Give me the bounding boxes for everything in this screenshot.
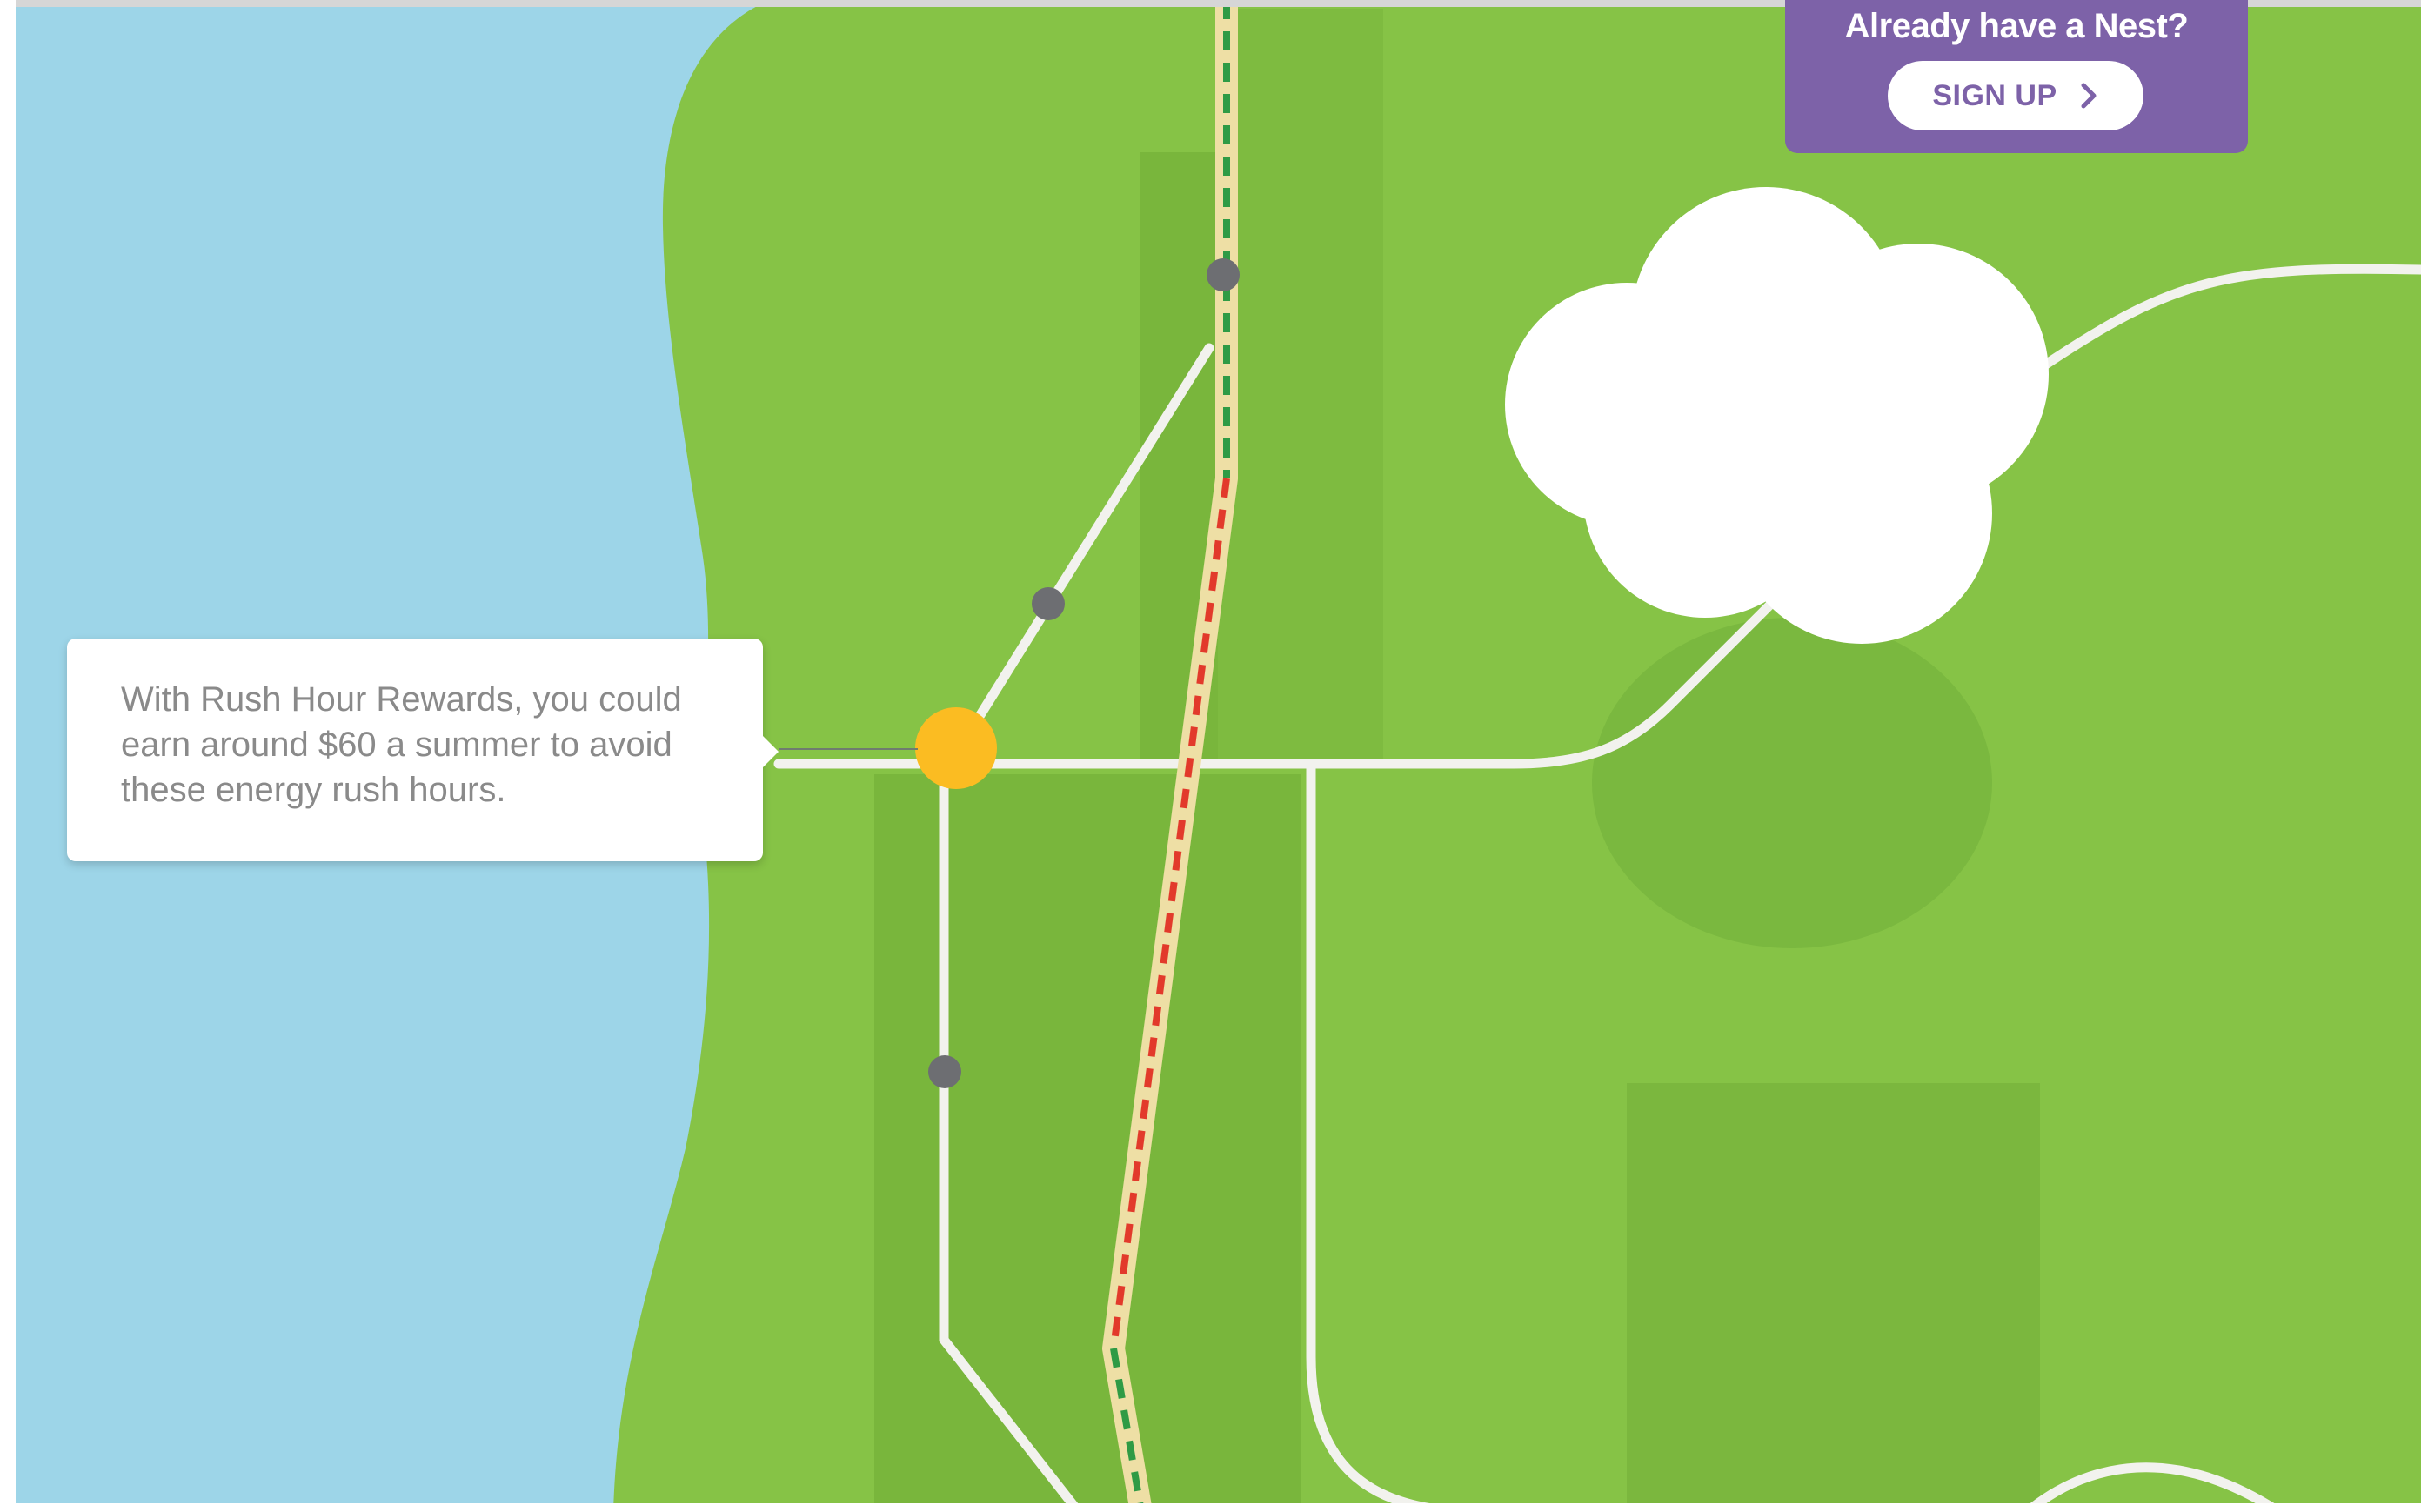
stop-marker[interactable] [928, 1055, 961, 1088]
signup-button[interactable]: SIGN UP [1888, 61, 2143, 130]
land-block [874, 774, 1301, 1505]
tooltip-text: With Rush Hour Rewards, you could earn a… [121, 680, 682, 809]
left-edge [0, 0, 16, 1512]
nest-signup-panel: Already have a Nest? SIGN UP [1785, 0, 2248, 153]
chevron-right-icon [2078, 82, 2099, 110]
map-scene: Already have a Nest? SIGN UP With Rush H… [0, 0, 2421, 1512]
tooltip-connector [779, 748, 918, 750]
highlight-marker[interactable] [915, 707, 997, 789]
tooltip-arrow [761, 734, 779, 769]
land-block [1627, 1083, 2040, 1505]
signup-button-label: SIGN UP [1932, 78, 2057, 112]
land-block [1218, 9, 1383, 766]
stop-marker[interactable] [1207, 258, 1240, 291]
stop-marker[interactable] [1032, 587, 1065, 620]
bottom-edge [0, 1503, 2421, 1512]
rewards-tooltip: With Rush Hour Rewards, you could earn a… [67, 639, 779, 861]
cloud-shadow [1592, 618, 1992, 948]
nest-panel-title: Already have a Nest? [1844, 7, 2189, 45]
